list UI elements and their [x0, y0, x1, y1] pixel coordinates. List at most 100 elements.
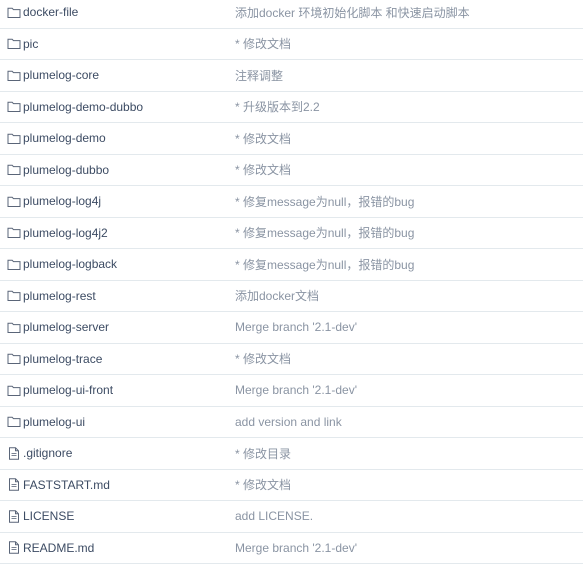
file-link[interactable]: FASTSTART.md — [23, 478, 110, 492]
folder-link[interactable]: plumelog-demo-dubbo — [23, 100, 143, 114]
folder-icon — [7, 226, 21, 239]
folder-link[interactable]: plumelog-logback — [23, 257, 117, 271]
folder-link[interactable]: plumelog-core — [23, 68, 99, 82]
file-row[interactable]: plumelog-dubbo * 修改文档 — [0, 155, 583, 187]
file-row[interactable]: plumelog-trace * 修改文档 — [0, 344, 583, 376]
file-row[interactable]: plumelog-demo * 修改文档 — [0, 123, 583, 155]
commit-message-link[interactable]: * 修复message为null，报错的bug — [235, 256, 414, 273]
file-icon — [7, 510, 21, 523]
folder-icon — [7, 100, 21, 113]
folder-link[interactable]: plumelog-ui-front — [23, 383, 113, 397]
name-cell: plumelog-ui-front — [7, 375, 113, 406]
file-row[interactable]: LICENSE add LICENSE. — [0, 501, 583, 533]
commit-cell: add version and link — [235, 407, 342, 438]
name-cell: plumelog-server — [7, 312, 109, 343]
folder-link[interactable]: plumelog-demo — [23, 131, 106, 145]
folder-icon — [7, 321, 21, 334]
file-row[interactable]: plumelog-core 注释调整 — [0, 60, 583, 92]
commit-message-link[interactable]: * 修改文档 — [235, 35, 291, 52]
name-cell: plumelog-demo — [7, 123, 106, 154]
folder-link[interactable]: plumelog-dubbo — [23, 163, 109, 177]
file-row[interactable]: README.md Merge branch '2.1-dev' — [0, 533, 583, 564]
folder-icon — [7, 6, 21, 19]
file-link[interactable]: LICENSE — [23, 509, 74, 523]
name-cell: plumelog-log4j2 — [7, 218, 108, 249]
file-row[interactable]: FASTSTART.md * 修改文档 — [0, 470, 583, 502]
name-cell: plumelog-core — [7, 60, 99, 91]
commit-cell: * 修改文档 — [235, 29, 291, 60]
commit-message-link[interactable]: 注释调整 — [235, 67, 283, 84]
commit-cell: * 修改文档 — [235, 155, 291, 186]
file-row[interactable]: plumelog-log4j2 * 修复message为null，报错的bug — [0, 218, 583, 250]
commit-message-link[interactable]: add LICENSE. — [235, 509, 313, 523]
folder-link[interactable]: plumelog-log4j — [23, 194, 101, 208]
commit-cell: 添加docker 环境初始化脚本 和快速启动脚本 — [235, 0, 470, 28]
file-row[interactable]: plumelog-rest 添加docker文档 — [0, 281, 583, 313]
commit-cell: * 修复message为null，报错的bug — [235, 186, 414, 217]
folder-link[interactable]: docker-file — [23, 5, 78, 19]
commit-message-link[interactable]: add version and link — [235, 415, 342, 429]
folder-icon — [7, 163, 21, 176]
file-row[interactable]: docker-file 添加docker 环境初始化脚本 和快速启动脚本 — [0, 0, 583, 29]
file-icon — [7, 541, 21, 554]
commit-message-link[interactable]: 添加docker文档 — [235, 287, 319, 304]
name-cell: plumelog-rest — [7, 281, 96, 312]
file-row[interactable]: plumelog-server Merge branch '2.1-dev' — [0, 312, 583, 344]
folder-icon — [7, 195, 21, 208]
commit-message-link[interactable]: * 修复message为null，报错的bug — [235, 193, 414, 210]
commit-message-link[interactable]: * 修改文档 — [235, 130, 291, 147]
folder-icon — [7, 289, 21, 302]
name-cell: plumelog-dubbo — [7, 155, 109, 186]
file-row[interactable]: plumelog-ui-front Merge branch '2.1-dev' — [0, 375, 583, 407]
commit-message-link[interactable]: * 修改文档 — [235, 161, 291, 178]
folder-icon — [7, 384, 21, 397]
commit-message-link[interactable]: * 升级版本到2.2 — [235, 98, 320, 115]
name-cell: plumelog-ui — [7, 407, 85, 438]
commit-message-link[interactable]: * 修改文档 — [235, 350, 291, 367]
commit-cell: * 升级版本到2.2 — [235, 92, 320, 123]
commit-cell: add LICENSE. — [235, 501, 313, 532]
file-row[interactable]: pic * 修改文档 — [0, 29, 583, 61]
folder-icon — [7, 415, 21, 428]
name-cell: plumelog-trace — [7, 344, 102, 375]
commit-message-link[interactable]: Merge branch '2.1-dev' — [235, 320, 357, 334]
commit-cell: Merge branch '2.1-dev' — [235, 375, 357, 406]
name-cell: .gitignore — [7, 438, 72, 469]
folder-icon — [7, 132, 21, 145]
commit-message-link[interactable]: * 修复message为null，报错的bug — [235, 224, 414, 241]
name-cell: README.md — [7, 533, 94, 564]
file-list: docker-file 添加docker 环境初始化脚本 和快速启动脚本 pic * … — [0, 0, 583, 561]
commit-cell: 添加docker文档 — [235, 281, 319, 312]
file-link[interactable]: .gitignore — [23, 446, 72, 460]
file-link[interactable]: README.md — [23, 541, 94, 555]
commit-message-link[interactable]: * 修改文档 — [235, 476, 291, 493]
commit-cell: * 修改文档 — [235, 470, 291, 501]
folder-link[interactable]: plumelog-rest — [23, 289, 96, 303]
folder-link[interactable]: pic — [23, 37, 38, 51]
commit-message-link[interactable]: * 修改目录 — [235, 445, 291, 462]
folder-icon — [7, 37, 21, 50]
commit-cell: * 修改目录 — [235, 438, 291, 469]
commit-cell: * 修复message为null，报错的bug — [235, 249, 414, 280]
folder-link[interactable]: plumelog-server — [23, 320, 109, 334]
file-row[interactable]: plumelog-demo-dubbo * 升级版本到2.2 — [0, 92, 583, 124]
commit-message-link[interactable]: Merge branch '2.1-dev' — [235, 541, 357, 555]
name-cell: plumelog-logback — [7, 249, 117, 280]
commit-cell: Merge branch '2.1-dev' — [235, 312, 357, 343]
file-icon — [7, 447, 21, 460]
file-row[interactable]: .gitignore * 修改目录 — [0, 438, 583, 470]
folder-link[interactable]: plumelog-trace — [23, 352, 102, 366]
file-row[interactable]: plumelog-log4j * 修复message为null，报错的bug — [0, 186, 583, 218]
commit-cell: * 修改文档 — [235, 344, 291, 375]
commit-message-link[interactable]: 添加docker 环境初始化脚本 和快速启动脚本 — [235, 4, 470, 21]
folder-link[interactable]: plumelog-ui — [23, 415, 85, 429]
commit-cell: * 修复message为null，报错的bug — [235, 218, 414, 249]
commit-message-link[interactable]: Merge branch '2.1-dev' — [235, 383, 357, 397]
file-row[interactable]: plumelog-ui add version and link — [0, 407, 583, 439]
commit-cell: 注释调整 — [235, 60, 283, 91]
folder-link[interactable]: plumelog-log4j2 — [23, 226, 108, 240]
commit-cell: Merge branch '2.1-dev' — [235, 533, 357, 564]
commit-cell: * 修改文档 — [235, 123, 291, 154]
file-row[interactable]: plumelog-logback * 修复message为null，报错的bug — [0, 249, 583, 281]
file-icon — [7, 478, 21, 491]
